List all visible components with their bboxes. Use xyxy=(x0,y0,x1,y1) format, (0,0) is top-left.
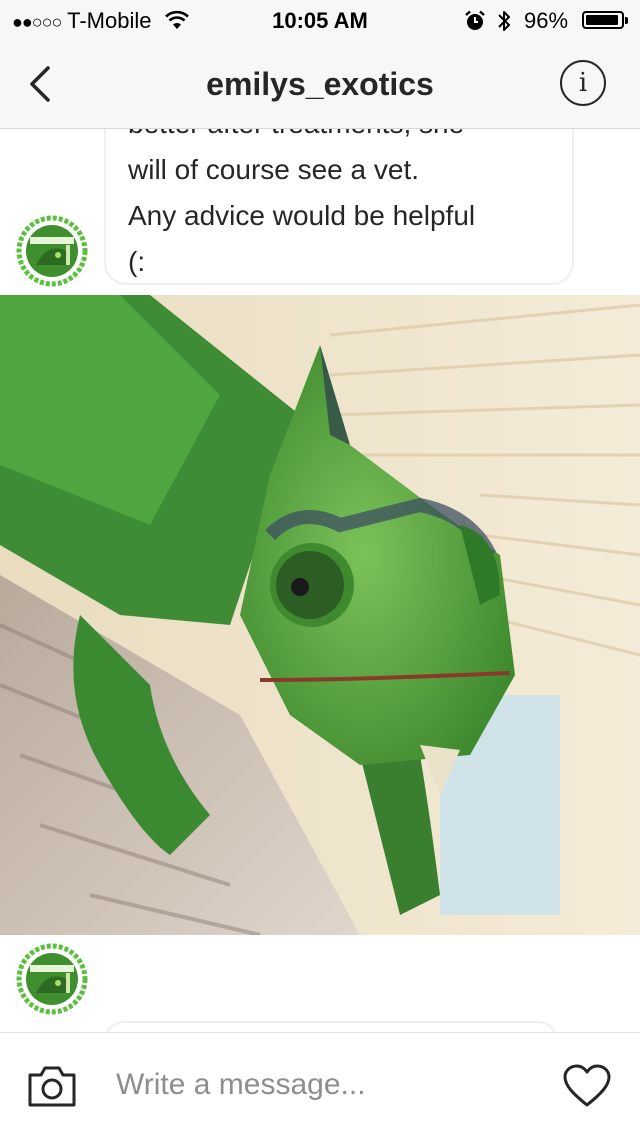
conversation-title[interactable]: emilys_exotics xyxy=(0,66,640,103)
battery-percent: 96% xyxy=(524,8,569,33)
message-line: better after treatments, she xyxy=(128,129,558,147)
info-icon[interactable]: i xyxy=(560,60,606,106)
heart-icon[interactable] xyxy=(562,1063,612,1109)
message-composer xyxy=(0,1032,640,1137)
photo-image xyxy=(0,295,640,935)
sender-avatar[interactable] xyxy=(16,943,88,1015)
status-bar: ●●○○○ T-Mobile 10:05 AM 96% xyxy=(0,0,640,40)
message-line: Any advice would be helpful xyxy=(128,200,476,231)
message-input[interactable] xyxy=(116,1063,536,1107)
message-bubble-partial[interactable] xyxy=(104,1021,558,1032)
message-line: (: xyxy=(128,246,146,277)
avatar-logo-image xyxy=(16,215,88,287)
camera-icon[interactable] xyxy=(26,1063,78,1109)
battery-icon xyxy=(582,11,628,29)
chameleon-photo[interactable] xyxy=(0,295,640,935)
bluetooth-icon xyxy=(498,11,510,31)
alarm-icon xyxy=(465,10,485,30)
conversation-header: emilys_exotics i xyxy=(0,40,640,129)
sender-avatar[interactable] xyxy=(16,215,88,287)
battery-fill xyxy=(586,15,619,25)
message-line: will of course see a vet. xyxy=(128,154,420,185)
message-text: better after treatments, she will of cou… xyxy=(128,129,558,285)
message-thread[interactable]: better after treatments, she will of cou… xyxy=(0,129,640,1032)
avatar-logo-image xyxy=(16,943,88,1015)
